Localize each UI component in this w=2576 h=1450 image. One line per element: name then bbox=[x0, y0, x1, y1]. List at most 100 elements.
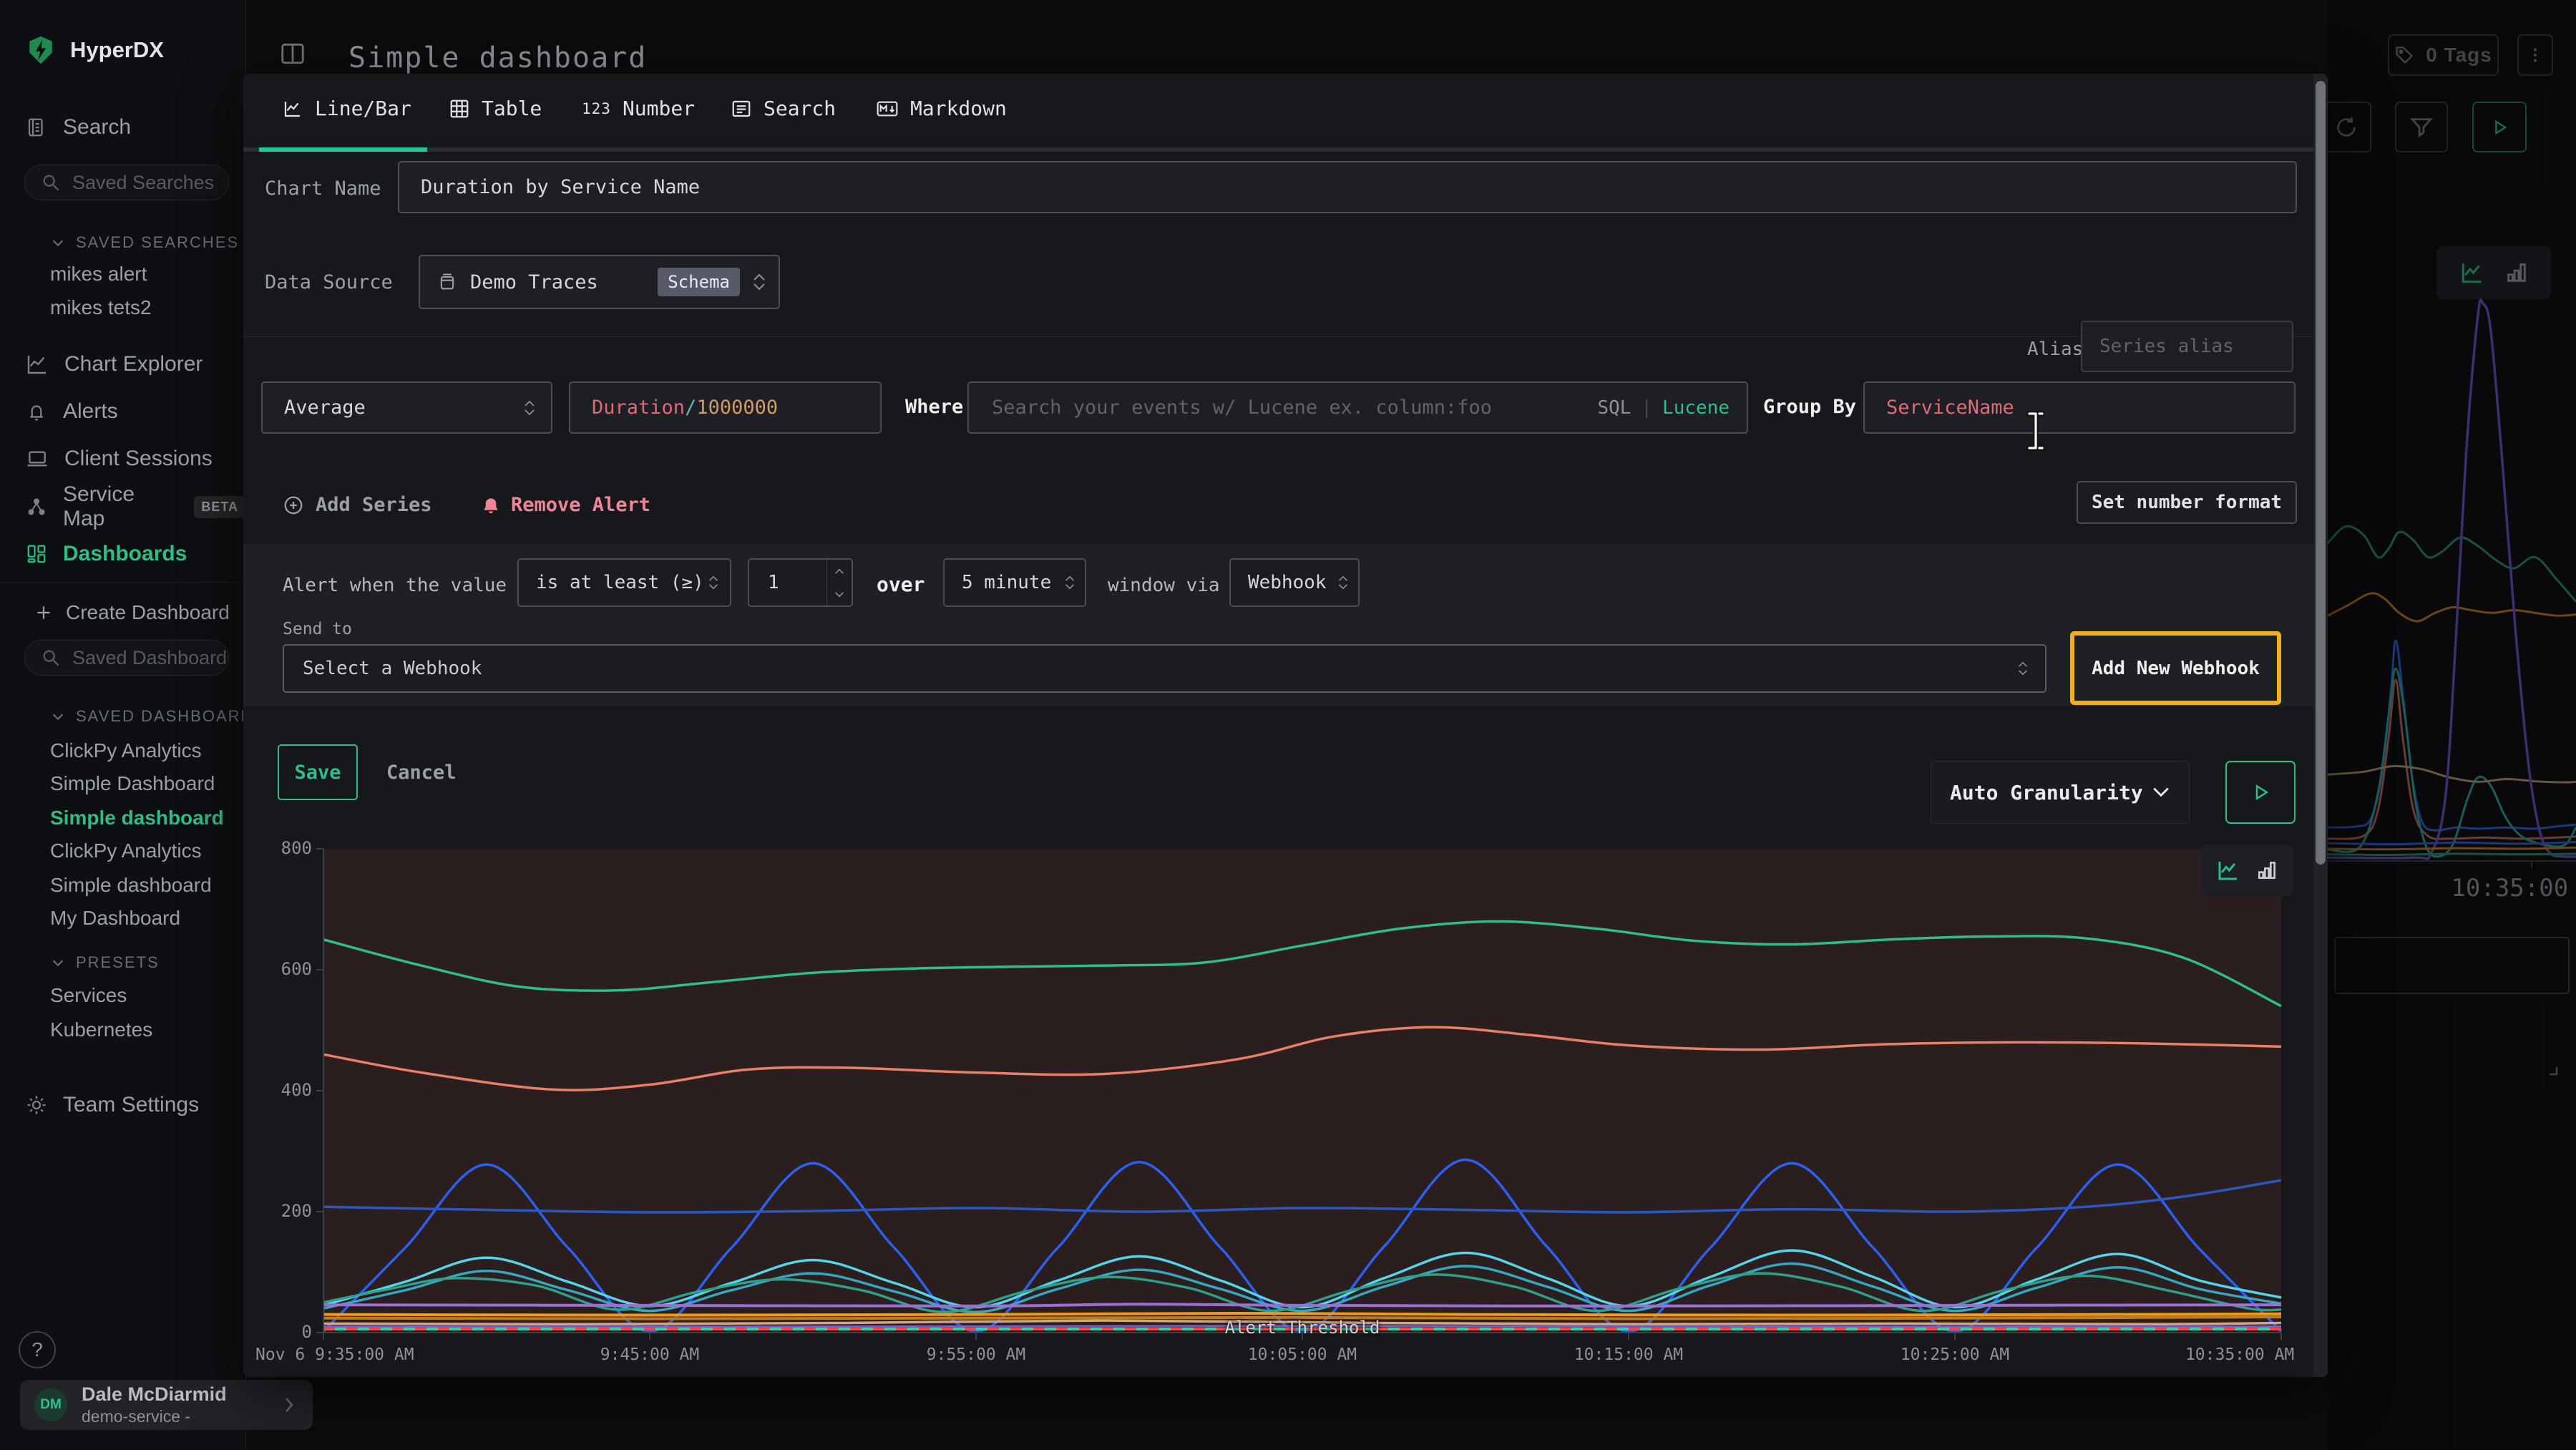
user-card[interactable]: DM Dale McDiarmid demo-service - bbox=[20, 1380, 313, 1430]
remove-alert-button[interactable]: Remove Alert bbox=[481, 494, 650, 516]
tab-markdown[interactable]: Markdown bbox=[876, 97, 1007, 120]
saved-searches-header[interactable]: SAVED SEARCHES bbox=[50, 233, 239, 252]
window-via-label: window via bbox=[1108, 575, 1220, 596]
saved-search-item[interactable]: mikes tets2 bbox=[50, 296, 152, 319]
tab-search[interactable]: Search bbox=[731, 97, 836, 120]
alert-window-select[interactable]: 5 minute bbox=[943, 558, 1086, 607]
app-logo-text: HyperDX bbox=[70, 37, 164, 63]
sidebar-item-alerts[interactable]: Alerts bbox=[0, 397, 245, 426]
save-button[interactable]: Save bbox=[278, 744, 358, 800]
plus-circle-icon bbox=[283, 495, 304, 516]
formula-field-token: Duration bbox=[592, 396, 685, 419]
bell-icon bbox=[26, 401, 47, 422]
chevron-down-icon bbox=[2152, 787, 2170, 798]
granularity-select[interactable]: Auto Granularity bbox=[1931, 761, 2190, 824]
saved-dashboard-item-active[interactable]: Simple dashboard bbox=[50, 807, 224, 829]
sidebar-item-chart-explorer[interactable]: Chart Explorer bbox=[0, 350, 245, 379]
line-chart-icon bbox=[2215, 857, 2241, 883]
cancel-button[interactable]: Cancel bbox=[386, 744, 457, 800]
line-chart-icon bbox=[282, 98, 303, 120]
sidebar-item-dashboards[interactable]: Dashboards bbox=[0, 540, 245, 568]
tab-active-indicator bbox=[259, 147, 427, 152]
where-label: Where bbox=[905, 396, 963, 418]
tab-number[interactable]: 123 Number bbox=[582, 97, 695, 120]
table-icon bbox=[449, 98, 470, 120]
select-chevrons-icon bbox=[524, 400, 535, 416]
sidebar-collapse-icon[interactable] bbox=[279, 40, 306, 67]
hyperdx-logo-icon bbox=[26, 34, 56, 66]
where-search-input[interactable]: Search your events w/ Lucene ex. column:… bbox=[967, 381, 1748, 434]
sidebar-divider bbox=[0, 582, 245, 583]
group-by-input[interactable]: ServiceName bbox=[1863, 381, 2296, 434]
preset-item[interactable]: Kubernetes bbox=[50, 1018, 152, 1041]
search-icon bbox=[41, 172, 61, 193]
saved-dashboard-item[interactable]: ClickPy Analytics bbox=[50, 739, 202, 762]
select-chevrons-icon bbox=[708, 575, 718, 590]
add-series-button[interactable]: Add Series bbox=[283, 494, 432, 516]
chevron-down-icon bbox=[50, 709, 66, 724]
chart-name-input[interactable]: Duration by Service Name bbox=[398, 161, 2297, 213]
schema-badge: Schema bbox=[658, 268, 740, 296]
select-chevrons-icon bbox=[1065, 575, 1075, 590]
saved-search-item[interactable]: mikes alert bbox=[50, 263, 147, 286]
database-icon bbox=[437, 272, 457, 292]
saved-dashboards-header[interactable]: SAVED DASHBOARD bbox=[50, 707, 253, 726]
sql-mode-button[interactable]: SQL bbox=[1597, 397, 1631, 419]
chart-type-toggle[interactable] bbox=[2200, 845, 2293, 896]
formula-operator-token: / bbox=[685, 396, 696, 419]
saved-dashboard-item[interactable]: Simple Dashboard bbox=[50, 772, 215, 795]
beta-badge: BETA bbox=[194, 496, 245, 518]
saved-dashboard-item[interactable]: My Dashboard bbox=[50, 907, 180, 930]
document-search-icon bbox=[26, 117, 47, 138]
set-number-format-button[interactable]: Set number format bbox=[2077, 481, 2297, 524]
service-map-icon bbox=[26, 496, 47, 517]
aggregation-select[interactable]: Average bbox=[261, 381, 552, 434]
add-new-webhook-button[interactable]: Add New Webhook bbox=[2070, 631, 2281, 705]
sidebar: HyperDX Search Saved Searches SAVED SEAR… bbox=[0, 0, 246, 1450]
data-source-select[interactable]: Demo Traces Schema bbox=[419, 255, 780, 309]
lucene-mode-button[interactable]: Lucene bbox=[1662, 397, 1729, 419]
y-tick-label: 0 bbox=[250, 1322, 312, 1342]
sidebar-item-service-map[interactable]: Service Map BETA bbox=[0, 492, 245, 521]
x-tick-label: 10:15:00 AM bbox=[1574, 1346, 1683, 1364]
saved-dashboards-input[interactable]: Saved Dashboards bbox=[24, 640, 229, 676]
sidebar-item-client-sessions[interactable]: Client Sessions bbox=[0, 444, 245, 473]
select-chevrons-icon bbox=[753, 273, 766, 291]
tab-table[interactable]: Table bbox=[449, 97, 542, 120]
number-spinner[interactable] bbox=[826, 560, 852, 605]
search-list-icon bbox=[731, 98, 752, 120]
saved-searches-placeholder: Saved Searches bbox=[72, 172, 214, 194]
mode-separator: | bbox=[1641, 397, 1652, 419]
alert-settings-panel: Alert when the value is at least (≥) 1 o… bbox=[243, 544, 2328, 706]
presets-header[interactable]: PRESETS bbox=[50, 953, 160, 972]
sidebar-item-search[interactable]: Search bbox=[0, 113, 245, 142]
saved-dashboard-item[interactable]: ClickPy Analytics bbox=[50, 840, 202, 862]
alert-value-input[interactable]: 1 bbox=[748, 558, 853, 607]
tab-line-bar[interactable]: Line/Bar bbox=[282, 97, 411, 120]
webhook-select[interactable]: Select a Webhook bbox=[283, 644, 2046, 693]
alert-condition-select[interactable]: is at least (≥) bbox=[517, 558, 731, 607]
preset-item[interactable]: Services bbox=[50, 984, 127, 1007]
help-button[interactable]: ? bbox=[19, 1331, 56, 1368]
edit-chart-modal: Line/Bar Table 123 Number Search Markdow… bbox=[243, 74, 2328, 1377]
text-cursor-pointer bbox=[2026, 410, 2045, 452]
sidebar-item-team-settings[interactable]: Team Settings bbox=[0, 1091, 245, 1119]
saved-searches-input[interactable]: Saved Searches bbox=[24, 165, 229, 200]
x-tick-label: Nov 6 9:35:00 AM bbox=[255, 1346, 414, 1364]
saved-dashboard-item[interactable]: Simple dashboard bbox=[50, 874, 212, 897]
create-dashboard-button[interactable]: Create Dashboard bbox=[0, 598, 245, 627]
avatar: DM bbox=[34, 1388, 67, 1421]
preview-run-button[interactable] bbox=[2225, 761, 2296, 824]
alert-threshold-label: Alert Threshold bbox=[1225, 1318, 1380, 1338]
bell-icon bbox=[481, 495, 501, 515]
x-tick-label: 10:05:00 AM bbox=[1248, 1346, 1357, 1364]
modal-scrollbar-thumb[interactable] bbox=[2316, 81, 2326, 865]
y-tick-label: 400 bbox=[250, 1080, 312, 1100]
markdown-icon bbox=[876, 97, 899, 120]
spinner-down-icon bbox=[834, 591, 844, 598]
app-root: HyperDX Search Saved Searches SAVED SEAR… bbox=[0, 0, 2576, 1450]
tab-underline-track bbox=[243, 147, 2313, 152]
field-formula-input[interactable]: Duration/1000000 bbox=[569, 381, 882, 434]
alert-channel-select[interactable]: Webhook bbox=[1229, 558, 1360, 607]
alias-input[interactable]: Series alias bbox=[2081, 321, 2293, 372]
